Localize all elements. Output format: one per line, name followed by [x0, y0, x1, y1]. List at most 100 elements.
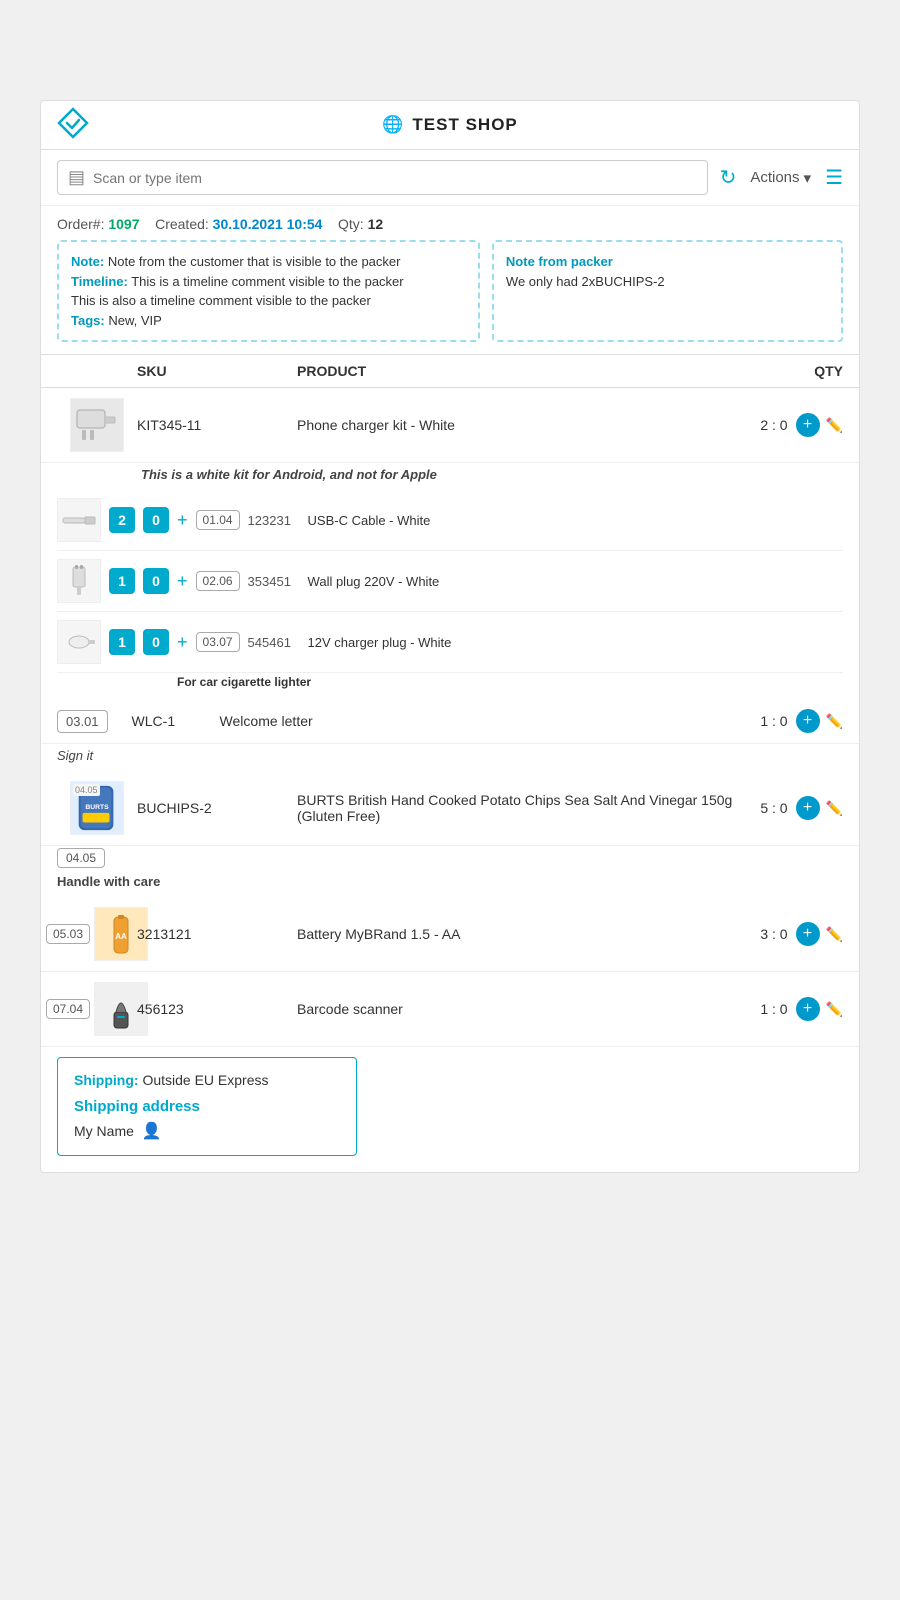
timeline-text: This is a timeline comment visible to th…: [131, 274, 403, 289]
packer-note-label: Note from packer: [506, 252, 829, 272]
chips-qty: 5 : 0: [760, 800, 787, 816]
wl-edit-button[interactable]: ✏️: [826, 713, 843, 730]
timeline-label: Timeline:: [71, 274, 128, 289]
wl-sku: WLC-1: [132, 713, 212, 729]
product-row: 05.03 AA 3213121 Battery MyBRand 1.5 - A…: [41, 897, 859, 972]
battery-edit-button[interactable]: ✏️: [826, 926, 843, 943]
kit-step: 03.07: [196, 632, 240, 652]
kit-name: 12V charger plug - White: [308, 635, 843, 650]
app-logo: [57, 107, 89, 144]
kit-qty-scanned: 0: [143, 629, 169, 655]
kit-qty-ordered: 1: [109, 568, 135, 594]
kit-qty-scanned: 0: [143, 568, 169, 594]
svg-text:AA: AA: [115, 932, 127, 941]
scanner-add-button[interactable]: +: [796, 997, 820, 1021]
product-row: KIT345-11 Phone charger kit - White 2 : …: [41, 388, 859, 463]
chips-sku: BUCHIPS-2: [137, 800, 297, 816]
kit-name: Wall plug 220V - White: [308, 574, 843, 589]
product-row-battery: 05.03 AA 3213121 Battery MyBRand 1.5 - A…: [41, 897, 859, 972]
battery-qty-cell: 3 : 0 + ✏️: [743, 922, 843, 946]
shipping-info: Shipping: Outside EU Express: [74, 1072, 340, 1088]
kit-name: USB-C Cable - White: [308, 513, 843, 528]
battery-image-wrap: 05.03 AA: [57, 907, 137, 961]
order-number-value: 1097: [108, 216, 139, 232]
add-qty-button[interactable]: +: [796, 413, 820, 437]
kit-add-button[interactable]: +: [177, 571, 188, 592]
battery-add-button[interactable]: +: [796, 922, 820, 946]
table-header: SKU PRODUCT QTY: [41, 354, 859, 388]
notes-row: Note: Note from the customer that is vis…: [41, 240, 859, 354]
product-row: 07.04 456123 Barcode scanner 1 : 0 + ✏️: [41, 972, 859, 1047]
kit-item-image: [57, 620, 101, 664]
wl-product-row: 03.01 WLC-1 Welcome letter 1 : 0 + ✏️: [41, 699, 859, 744]
chips-step-badge: 04.05: [57, 848, 105, 868]
wl-qty: 1 : 0: [760, 713, 787, 729]
wl-sub-note: Sign it: [41, 744, 859, 771]
packer-note-text: We only had 2xBUCHIPS-2: [506, 272, 829, 292]
product-row-wl: 03.01 WLC-1 Welcome letter 1 : 0 + ✏️ Si…: [41, 699, 859, 771]
edit-button[interactable]: ✏️: [826, 417, 843, 434]
scanner-image-wrap: 07.04: [57, 982, 137, 1036]
kit-add-button[interactable]: +: [177, 632, 188, 653]
shipping-value: Outside EU Express: [142, 1072, 268, 1088]
order-qty-label: Qty:: [338, 216, 364, 232]
svg-text:BURTS: BURTS: [85, 804, 109, 811]
product-name: Phone charger kit - White: [297, 417, 743, 433]
kit-qty-scanned: 0: [143, 507, 169, 533]
wl-qty-cell: 1 : 0 + ✏️: [760, 709, 843, 733]
product-sku: KIT345-11: [137, 417, 297, 433]
kit-items: 2 0 + 01.04 123231 USB-C Cable - White: [41, 490, 859, 699]
refresh-button[interactable]: ↻: [720, 165, 737, 190]
kit-qty-ordered: 2: [109, 507, 135, 533]
kit-sku: 545461: [248, 635, 300, 650]
packer-note-box: Note from packer We only had 2xBUCHIPS-2: [492, 240, 843, 342]
shipping-name: My Name: [74, 1123, 134, 1139]
note-text: Note from the customer that is visible t…: [108, 254, 401, 269]
scanner-qty-cell: 1 : 0 + ✏️: [743, 997, 843, 1021]
order-created-value: 30.10.2021 10:54: [213, 216, 323, 232]
scanner-edit-button[interactable]: ✏️: [826, 1001, 843, 1018]
chips-qty-cell: 5 : 0 + ✏️: [743, 796, 843, 820]
menu-button[interactable]: ☰: [825, 165, 843, 190]
order-created-label: Created:: [155, 216, 209, 232]
tags-value: New, VIP: [108, 313, 161, 328]
chips-edit-button[interactable]: ✏️: [826, 800, 843, 817]
wl-step: 03.01: [57, 710, 108, 733]
kit-add-button[interactable]: +: [177, 510, 188, 531]
kit-item-image: [57, 559, 101, 603]
order-info: Order#: 1097 Created: 30.10.2021 10:54 Q…: [41, 206, 859, 240]
col-header-sku: SKU: [137, 363, 297, 379]
scanner-qty: 1 : 0: [760, 1001, 787, 1017]
toolbar-right: ↻ Actions ▾ ☰: [720, 165, 843, 190]
hamburger-icon: ☰: [825, 167, 843, 189]
note-label: Note:: [71, 254, 104, 269]
shipping-name-row: My Name 👤: [74, 1121, 340, 1141]
shipping-address-label: Shipping address: [74, 1098, 340, 1115]
scan-input[interactable]: [93, 170, 697, 186]
timeline-text2: This is also a timeline comment visible …: [71, 293, 371, 308]
refresh-icon: ↻: [720, 167, 737, 189]
scan-input-wrap: ▤: [57, 160, 708, 195]
chips-add-button[interactable]: +: [796, 796, 820, 820]
tags-label: Tags:: [71, 313, 105, 328]
customer-note-box: Note: Note from the customer that is vis…: [57, 240, 480, 342]
chips-name: BURTS British Hand Cooked Potato Chips S…: [297, 792, 743, 824]
order-number-label: Order#:: [57, 216, 104, 232]
product-row-chips: BURTS 04.05 BUCHIPS-2 BURTS British Hand…: [41, 771, 859, 897]
wl-name: Welcome letter: [220, 713, 753, 729]
app-header: 🌐 TEST SHOP: [41, 101, 859, 150]
product-qty-cell: 2 : 0 + ✏️: [743, 413, 843, 437]
barcode-icon: ▤: [68, 167, 85, 188]
product-image: [70, 398, 124, 452]
chips-image: BURTS 04.05: [70, 781, 124, 835]
battery-qty: 3 : 0: [760, 926, 787, 942]
order-qty-value: 12: [368, 216, 384, 232]
kit-step: 02.06: [196, 571, 240, 591]
shipping-label: Shipping:: [74, 1072, 139, 1088]
scanner-step-badge: 07.04: [46, 999, 90, 1019]
chevron-down-icon: ▾: [804, 169, 812, 187]
actions-button[interactable]: Actions ▾: [750, 169, 811, 187]
wl-add-button[interactable]: +: [796, 709, 820, 733]
product-image-wrap: [57, 398, 137, 452]
kit-sub-note: For car cigarette lighter: [57, 673, 843, 695]
